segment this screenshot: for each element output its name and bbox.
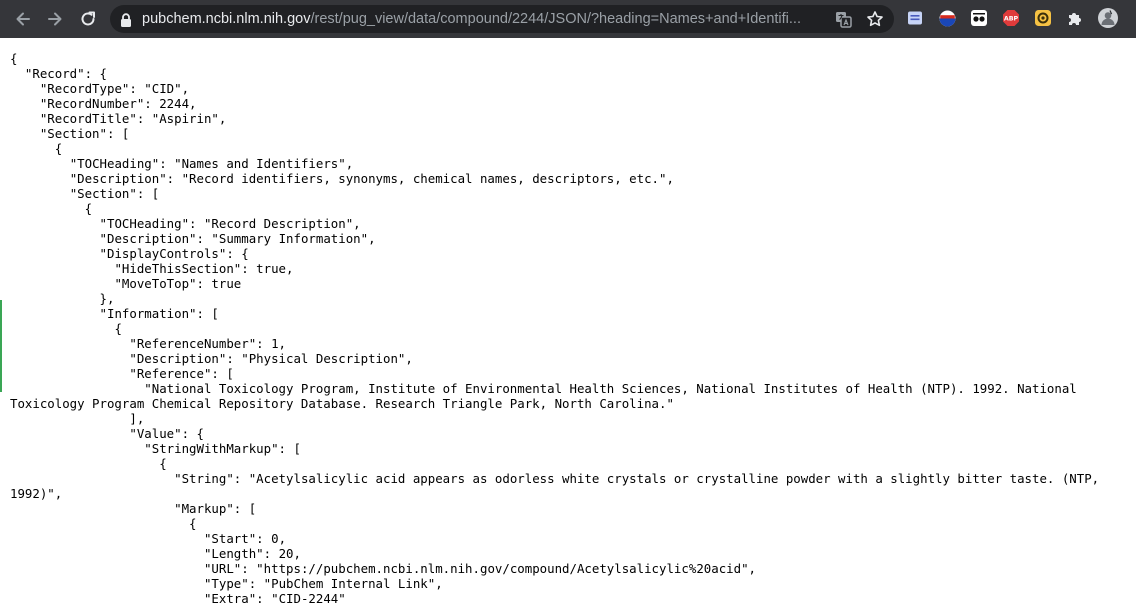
side-indicator [0, 300, 2, 392]
url-host: pubchem.ncbi.nlm.nih.gov [142, 11, 311, 27]
url-text[interactable]: pubchem.ncbi.nlm.nih.gov/rest/pug_view/d… [142, 5, 810, 33]
eyes-extension-icon[interactable] [970, 9, 988, 27]
browser-toolbar: pubchem.ncbi.nlm.nih.gov/rest/pug_view/d… [0, 0, 1136, 38]
lock-icon[interactable] [120, 12, 132, 31]
back-arrow-icon[interactable] [11, 7, 35, 31]
puzzle-extension-icon[interactable] [1066, 9, 1084, 27]
flag-extension-icon[interactable] [938, 9, 956, 27]
address-bar[interactable]: pubchem.ncbi.nlm.nih.gov/rest/pug_view/d… [110, 5, 894, 33]
reload-icon[interactable] [76, 7, 100, 31]
forward-arrow-icon[interactable] [43, 7, 67, 31]
adblock-label: ABP [1004, 16, 1019, 23]
profile-avatar[interactable] [1098, 8, 1118, 28]
adblock-plus-icon[interactable]: ABP [1002, 9, 1020, 27]
url-path: /rest/pug_view/data/compound/2244/JSON/?… [310, 11, 801, 27]
translate-icon[interactable] [833, 9, 853, 29]
json-document: { "Record": { "RecordType": "CID", "Reco… [10, 51, 1100, 604]
bookmark-star-icon[interactable] [865, 9, 885, 29]
reading-list-icon[interactable] [906, 9, 924, 27]
yellow-extension-icon[interactable] [1034, 9, 1052, 27]
page-content: { "Record": { "RecordType": "CID", "Reco… [0, 38, 1136, 604]
